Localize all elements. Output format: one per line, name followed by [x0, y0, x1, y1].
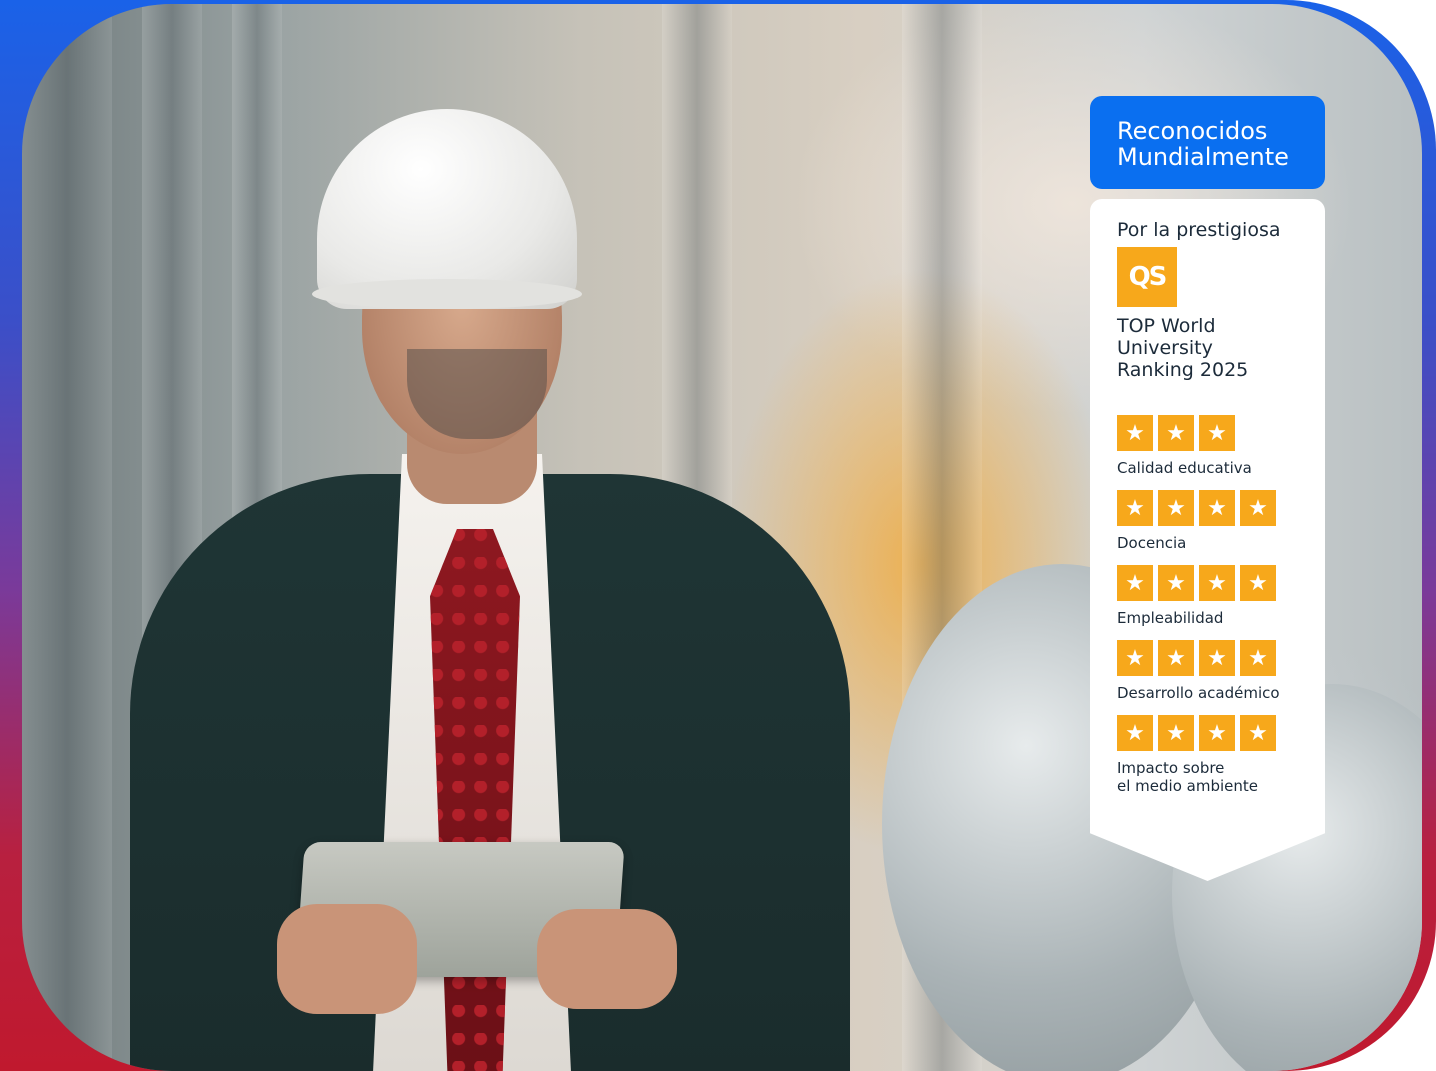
star-rating: ★ ★ ★ ★ — [1117, 490, 1325, 526]
criterion-label-line: Docencia — [1117, 534, 1187, 552]
criterion-label: Docencia — [1117, 534, 1325, 552]
criterion-item: ★ ★ ★ Calidad educativa — [1117, 415, 1325, 477]
criterion-item: ★ ★ ★ ★ Desarrollo académico — [1117, 640, 1325, 702]
criterion-label-line: Empleabilidad — [1117, 609, 1224, 627]
star-rating: ★ ★ ★ ★ — [1117, 640, 1325, 676]
criterion-label: Impacto sobre el medio ambiente — [1117, 759, 1325, 795]
criterion-item: ★ ★ ★ ★ Impacto sobre el medio ambiente — [1117, 715, 1325, 795]
star-icon: ★ — [1158, 565, 1194, 601]
star-icon: ★ — [1117, 715, 1153, 751]
hero-stage: Reconocidos Mundialmente Por la prestigi… — [0, 0, 1436, 1071]
star-icon: ★ — [1158, 415, 1194, 451]
star-rating: ★ ★ ★ — [1117, 415, 1325, 451]
badge-header-line: Mundialmente — [1117, 143, 1289, 171]
star-icon: ★ — [1240, 640, 1276, 676]
criterion-label: Desarrollo académico — [1117, 684, 1325, 702]
criterion-label: Calidad educativa — [1117, 459, 1325, 477]
background-column — [22, 4, 112, 1071]
star-icon: ★ — [1117, 415, 1153, 451]
star-icon: ★ — [1199, 490, 1235, 526]
star-icon: ★ — [1158, 640, 1194, 676]
star-icon: ★ — [1117, 490, 1153, 526]
star-icon: ★ — [1117, 640, 1153, 676]
criteria-list: ★ ★ ★ Calidad educativa ★ ★ ★ ★ Docencia ★ ★ ★ ★… — [1117, 415, 1325, 795]
star-icon: ★ — [1199, 415, 1235, 451]
ranking-badge: Por la prestigiosa QS TOP World Universi… — [1090, 199, 1325, 881]
criterion-item: ★ ★ ★ ★ Empleabilidad — [1117, 565, 1325, 627]
badge-intro: Por la prestigiosa — [1117, 219, 1281, 241]
star-icon: ★ — [1199, 715, 1235, 751]
criterion-item: ★ ★ ★ ★ Docencia — [1117, 490, 1325, 552]
star-rating: ★ ★ ★ ★ — [1117, 565, 1325, 601]
hard-hat-brim — [312, 279, 582, 309]
star-icon: ★ — [1240, 715, 1276, 751]
ranking-title-line: University — [1117, 337, 1213, 359]
star-icon: ★ — [1240, 490, 1276, 526]
badge-header-line: Reconocidos — [1117, 117, 1268, 145]
star-icon: ★ — [1158, 490, 1194, 526]
ranking-title-line: TOP World — [1117, 315, 1216, 337]
criterion-label-line: Calidad educativa — [1117, 459, 1252, 477]
star-icon: ★ — [1240, 565, 1276, 601]
star-icon: ★ — [1158, 715, 1194, 751]
star-icon: ★ — [1117, 565, 1153, 601]
star-rating: ★ ★ ★ ★ — [1117, 715, 1325, 751]
left-hand — [277, 904, 417, 1014]
criterion-label-line: el medio ambiente — [1117, 777, 1258, 795]
criterion-label-line: Desarrollo académico — [1117, 684, 1280, 702]
badge-header: Reconocidos Mundialmente — [1090, 96, 1325, 189]
right-hand — [537, 909, 677, 1009]
criterion-label-line: Impacto sobre — [1117, 759, 1225, 777]
star-icon: ★ — [1199, 640, 1235, 676]
ranking-title: TOP World University Ranking 2025 — [1117, 315, 1325, 381]
star-icon: ★ — [1199, 565, 1235, 601]
qs-logo: QS — [1117, 247, 1177, 307]
criterion-label: Empleabilidad — [1117, 609, 1325, 627]
ranking-title-line: Ranking 2025 — [1117, 359, 1249, 381]
